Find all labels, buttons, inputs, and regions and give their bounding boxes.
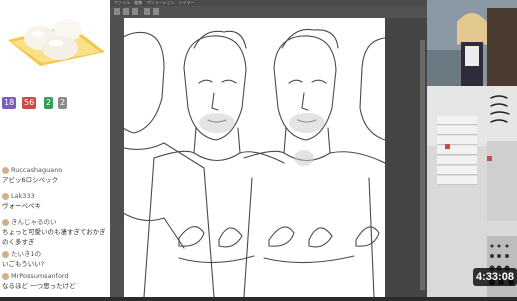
chat-text: ちょっと可愛いのも凄すぎておかぎのく多すぎ [2,228,106,246]
layer-row[interactable] [437,156,477,165]
chat-message: MrPossumsanford なるほど 一つ思ったけど [2,272,108,290]
counter-badge: 2 [44,97,54,109]
counter-badge: 56 [22,97,37,109]
menu-item[interactable]: アニメーション [147,0,175,5]
tool-palette[interactable] [110,18,124,297]
chat-message: Lak333 ヴォーペペキ [2,192,108,210]
sketch-artwork [98,28,386,298]
chat-message: きんじゃるのい ちょっと可愛いのも凄すぎておかぎのく多すぎ [2,216,108,246]
chat-list: Ruccashaguano アビッ6ロシペック Lak333 ヴォーペペキ きん… [0,118,110,297]
counter-badge: 18 [2,97,17,109]
layer-row[interactable] [437,126,477,135]
chat-username: きんじゃるのい [11,218,57,226]
video-timestamp: 4:33:08 [473,268,517,286]
chat-username: Lak333 [11,192,35,200]
chat-message: たいき1の いごもういい? [2,248,108,268]
avatar [2,218,9,226]
chat-text: なるほど 一つ思ったけど [2,282,76,290]
chat-text: アビッ6ロシペック [2,176,59,184]
color-swatch[interactable] [487,156,492,161]
color-swatch[interactable] [445,144,450,149]
chat-username: Ruccashaguano [11,166,63,174]
canvas-scrollbar[interactable] [420,40,425,290]
layer-row[interactable] [437,146,477,155]
layers-and-color-panel [427,86,517,297]
avatar [2,272,9,280]
menu-item[interactable]: ファイル [114,0,130,5]
viewer-counters: 18 56 2 2 [0,97,110,111]
drawing-canvas[interactable] [98,18,386,298]
chat-text: ヴォーペペキ [2,202,41,210]
chat-text: いごもういい? [2,260,45,268]
menu-item[interactable]: 編集 [134,0,142,5]
undo-icon[interactable] [144,8,150,15]
layer-row[interactable] [437,176,477,185]
avatar [2,166,9,174]
save-icon[interactable] [132,8,138,15]
vtuber-avatar-cam [427,0,517,86]
layer-row[interactable] [437,136,477,145]
tool-bar [110,6,427,18]
open-file-icon[interactable] [123,8,129,15]
steamed-bun-image [0,0,110,75]
redo-icon[interactable] [153,8,159,15]
menu-item[interactable]: レイヤー [179,0,195,5]
counter-badge: 2 [58,97,68,109]
chat-message: Ruccashaguano アビッ6ロシペック [2,166,108,184]
new-file-icon[interactable] [114,8,120,15]
avatar [2,192,9,200]
layer-row[interactable] [437,116,477,125]
chat-username: たいき1の [11,250,42,258]
avatar [2,250,9,258]
chat-username: MrPossumsanford [11,272,69,280]
layer-row[interactable] [437,166,477,175]
